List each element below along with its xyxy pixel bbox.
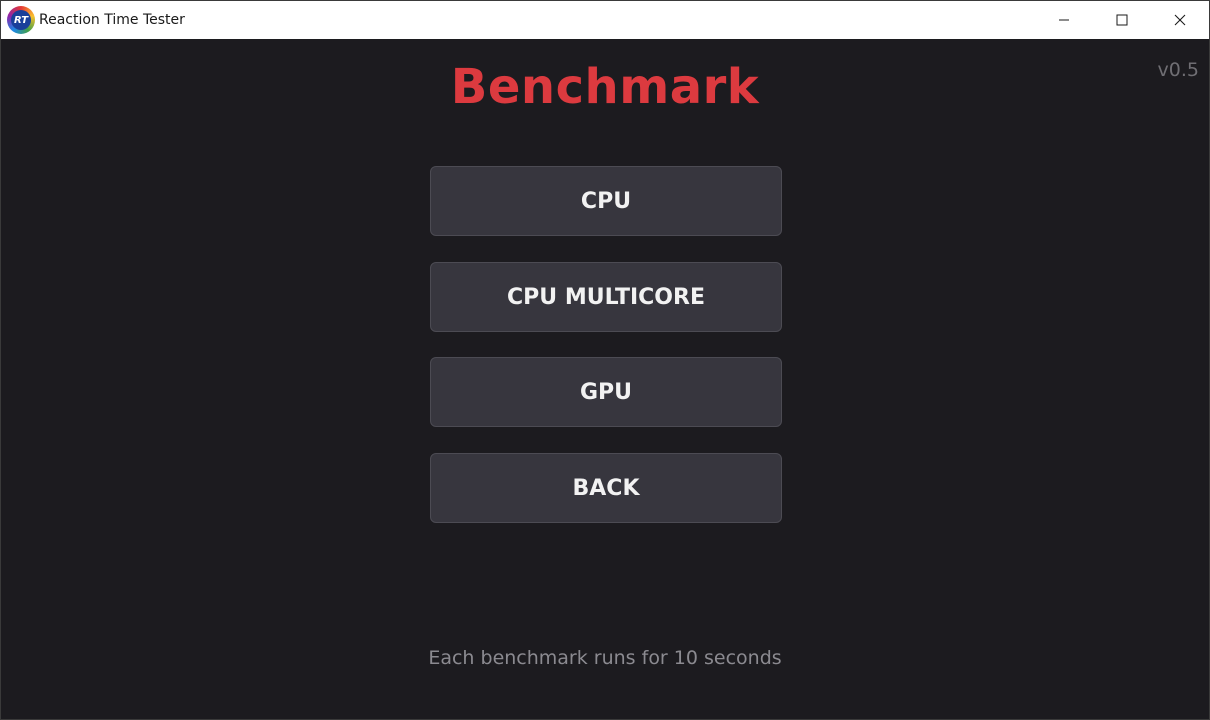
cpu-button[interactable]: CPU [430,166,782,236]
title-bar[interactable]: RT Reaction Time Tester [1,1,1209,39]
minimize-icon [1059,19,1069,21]
cpu-multicore-button[interactable]: CPU MULTICORE [430,262,782,332]
app-logo-icon: RT [7,6,35,34]
back-button[interactable]: BACK [430,453,782,523]
window-controls [1035,1,1209,39]
maximize-button[interactable] [1093,1,1151,39]
app-window: RT Reaction Time Tester v0.5 Benchmark C… [0,0,1210,720]
gpu-button[interactable]: GPU [430,357,782,427]
main-content: v0.5 Benchmark CPU CPU MULTICORE GPU BAC… [1,39,1209,719]
minimize-button[interactable] [1035,1,1093,39]
maximize-icon [1116,14,1128,26]
benchmark-duration-note: Each benchmark runs for 10 seconds [428,647,782,669]
app-logo-text: RT [11,10,31,30]
close-button[interactable] [1151,1,1209,39]
page-title: Benchmark [450,59,760,115]
close-icon [1174,14,1186,26]
window-title: Reaction Time Tester [39,12,185,28]
benchmark-menu: CPU CPU MULTICORE GPU BACK [430,166,782,549]
